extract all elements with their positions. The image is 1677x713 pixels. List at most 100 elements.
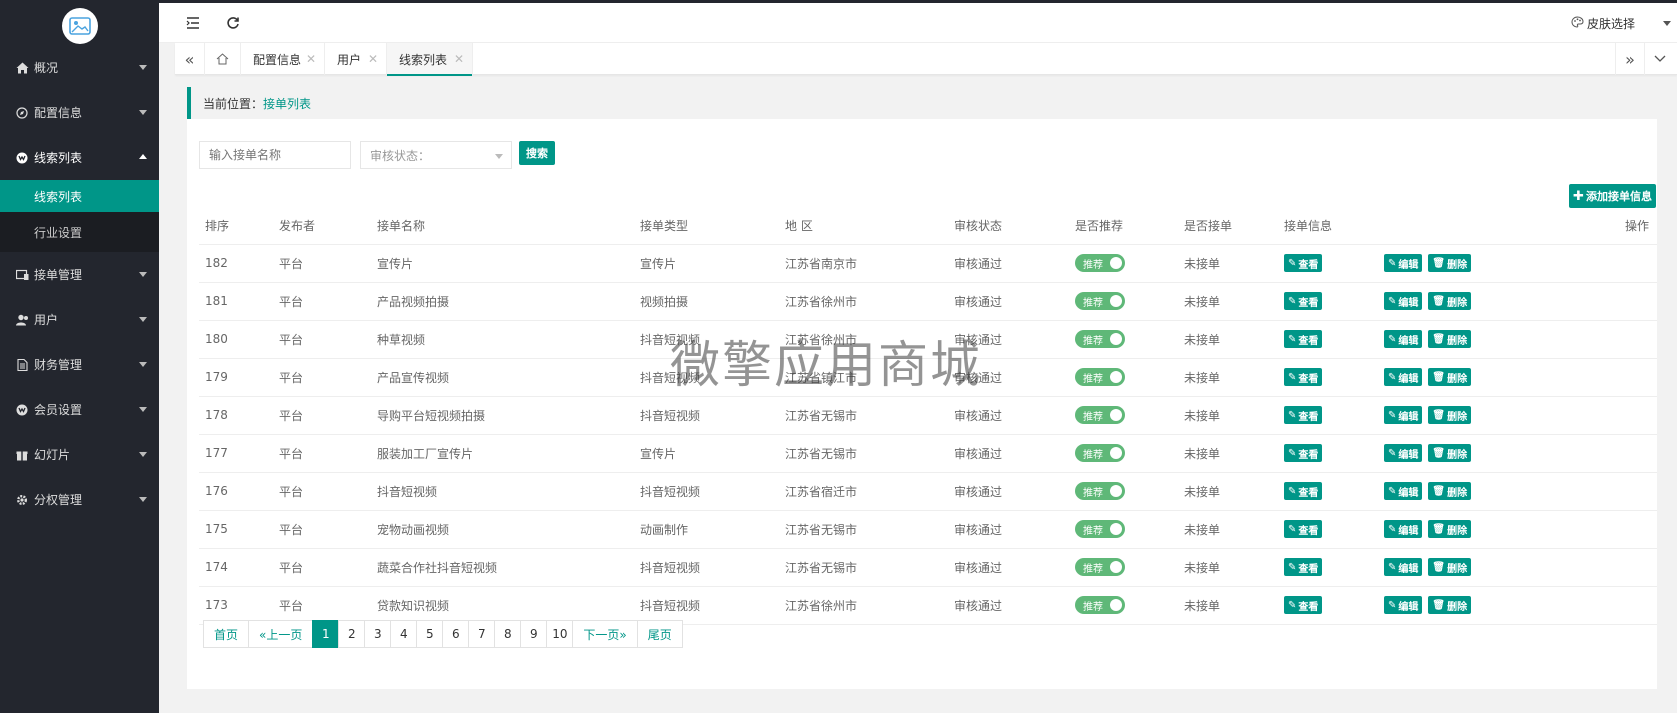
pager-last-button[interactable]: 尾页 <box>636 620 683 648</box>
recommend-toggle[interactable]: 推荐 <box>1075 558 1125 576</box>
delete-button[interactable]: 🗑 删除 <box>1428 254 1472 272</box>
view-button[interactable]: ✎ 查看 <box>1284 368 1323 386</box>
submenu-item[interactable]: 线索列表 <box>0 180 159 212</box>
view-button[interactable]: ✎ 查看 <box>1284 558 1323 576</box>
collapse-menu-icon[interactable] <box>183 13 203 33</box>
pager-page-button[interactable]: 2 <box>338 620 366 648</box>
recommend-toggle[interactable]: 推荐 <box>1075 482 1125 500</box>
pager-next-button[interactable]: 下一页» <box>572 620 638 648</box>
skin-selector[interactable]: 皮肤选择 <box>1571 15 1635 32</box>
recommend-toggle[interactable]: 推荐 <box>1075 330 1125 348</box>
cell-actions: ✎ 编辑 🗑 删除 <box>1378 396 1657 435</box>
home-tab-icon[interactable] <box>205 43 241 75</box>
edit-button[interactable]: ✎ 编辑 <box>1384 292 1423 310</box>
edit-button[interactable]: ✎ 编辑 <box>1384 482 1423 500</box>
pager-page-button[interactable]: 4 <box>390 620 418 648</box>
delete-button[interactable]: 🗑 删除 <box>1428 406 1472 424</box>
recommend-toggle[interactable]: 推荐 <box>1075 292 1125 310</box>
cell-recommend: 推荐 <box>1069 244 1178 283</box>
sidebar-item-clue-list[interactable]: 线索列表 <box>0 135 159 180</box>
cell-name: 种草视频 <box>371 320 634 359</box>
submenu-item[interactable]: 行业设置 <box>0 212 159 252</box>
toggle-label: 推荐 <box>1083 259 1103 271</box>
pager-page-button[interactable]: 3 <box>364 620 392 648</box>
edit-button[interactable]: ✎ 编辑 <box>1384 254 1423 272</box>
close-icon[interactable]: ✕ <box>454 52 464 66</box>
pager-page-button[interactable]: 10 <box>546 620 574 648</box>
status-select[interactable]: 审核状态： <box>360 141 512 169</box>
chevron-down-icon <box>139 497 147 502</box>
sidebar-item-member[interactable]: 会员设置 <box>0 387 159 432</box>
chevron-down-icon[interactable] <box>1663 21 1671 26</box>
close-icon[interactable]: ✕ <box>306 52 316 66</box>
sidebar-item-slideshow[interactable]: 幻灯片 <box>0 432 159 477</box>
edit-button[interactable]: ✎ 编辑 <box>1384 520 1423 538</box>
tab-users[interactable]: 用户 ✕ <box>325 43 387 75</box>
pager-first-button[interactable]: 首页 <box>203 620 250 648</box>
logo[interactable] <box>62 8 98 44</box>
edit-button[interactable]: ✎ 编辑 <box>1384 558 1423 576</box>
delete-button[interactable]: 🗑 删除 <box>1428 444 1472 462</box>
delete-button[interactable]: 🗑 删除 <box>1428 368 1472 386</box>
edit-button[interactable]: ✎ 编辑 <box>1384 444 1423 462</box>
sidebar-item-finance[interactable]: 财务管理 <box>0 342 159 387</box>
pager-page-button[interactable]: 7 <box>468 620 496 648</box>
refresh-icon[interactable] <box>223 13 243 33</box>
tab-clue-list[interactable]: 线索列表 ✕ <box>387 43 473 76</box>
recommend-toggle[interactable]: 推荐 <box>1075 254 1125 272</box>
pager-page-button[interactable]: 1 <box>312 620 340 648</box>
view-button[interactable]: ✎ 查看 <box>1284 292 1323 310</box>
delete-button[interactable]: 🗑 删除 <box>1428 558 1472 576</box>
view-button[interactable]: ✎ 查看 <box>1284 330 1323 348</box>
delete-button[interactable]: 🗑 删除 <box>1428 292 1472 310</box>
pager-prev-button[interactable]: «上一页 <box>248 620 314 648</box>
tabs-scroll-left-icon[interactable]: « <box>175 43 205 75</box>
recommend-toggle[interactable]: 推荐 <box>1075 368 1125 386</box>
cell-sort: 178 <box>199 396 273 435</box>
delete-button[interactable]: 🗑 删除 <box>1428 520 1472 538</box>
recommend-toggle[interactable]: 推荐 <box>1075 596 1125 614</box>
tabs-more-icon[interactable] <box>1645 43 1675 75</box>
tabs-scroll-right-icon[interactable]: » <box>1615 43 1645 75</box>
delete-button[interactable]: 🗑 删除 <box>1428 330 1472 348</box>
cell-publisher: 平台 <box>273 586 371 625</box>
recommend-toggle[interactable]: 推荐 <box>1075 444 1125 462</box>
delete-button[interactable]: 🗑 删除 <box>1428 596 1472 614</box>
view-button[interactable]: ✎ 查看 <box>1284 482 1323 500</box>
breadcrumb-current[interactable]: 接单列表 <box>263 95 311 112</box>
view-button[interactable]: ✎ 查看 <box>1284 520 1323 538</box>
search-button[interactable]: 搜索 <box>519 141 555 165</box>
close-icon[interactable]: ✕ <box>368 52 378 66</box>
top-header: 皮肤选择 <box>159 3 1677 43</box>
pencil-icon: ✎ <box>1288 257 1297 269</box>
sidebar-item-permissions[interactable]: 分权管理 <box>0 477 159 522</box>
delete-button[interactable]: 🗑 删除 <box>1428 482 1472 500</box>
edit-button[interactable]: ✎ 编辑 <box>1384 368 1423 386</box>
sidebar-item-order-manage[interactable]: 接单管理 <box>0 252 159 297</box>
edit-button[interactable]: ✎ 编辑 <box>1384 406 1423 424</box>
sidebar-item-config[interactable]: 配置信息 <box>0 90 159 135</box>
add-order-button[interactable]: ✚ 添加接单信息 <box>1569 184 1656 208</box>
sidebar-item-users[interactable]: 用户 <box>0 297 159 342</box>
sidebar-item-overview[interactable]: 概况 <box>0 45 159 90</box>
view-button[interactable]: ✎ 查看 <box>1284 596 1323 614</box>
tab-config[interactable]: 配置信息 ✕ <box>241 43 325 75</box>
view-button[interactable]: ✎ 查看 <box>1284 406 1323 424</box>
cell-status: 审核通过 <box>948 396 1069 435</box>
pager-page-button[interactable]: 6 <box>442 620 470 648</box>
edit-button[interactable]: ✎ 编辑 <box>1384 330 1423 348</box>
recommend-toggle[interactable]: 推荐 <box>1075 406 1125 424</box>
col-sort: 排序 <box>199 208 273 245</box>
delete-label: 删除 <box>1447 525 1468 537</box>
pager-page-button[interactable]: 8 <box>494 620 522 648</box>
edit-button[interactable]: ✎ 编辑 <box>1384 596 1423 614</box>
table-row: 174 平台 蔬菜合作社抖音短视频 抖音短视频 江苏省无锡市 审核通过 推荐 未接单 ✎ 查看 ✎ 编… <box>199 548 1657 587</box>
search-input[interactable] <box>199 141 351 169</box>
recommend-toggle[interactable]: 推荐 <box>1075 520 1125 538</box>
delete-label: 删除 <box>1447 297 1468 309</box>
view-button[interactable]: ✎ 查看 <box>1284 254 1323 272</box>
view-label: 查看 <box>1298 449 1319 461</box>
view-button[interactable]: ✎ 查看 <box>1284 444 1323 462</box>
pager-page-button[interactable]: 9 <box>520 620 548 648</box>
pager-page-button[interactable]: 5 <box>416 620 444 648</box>
